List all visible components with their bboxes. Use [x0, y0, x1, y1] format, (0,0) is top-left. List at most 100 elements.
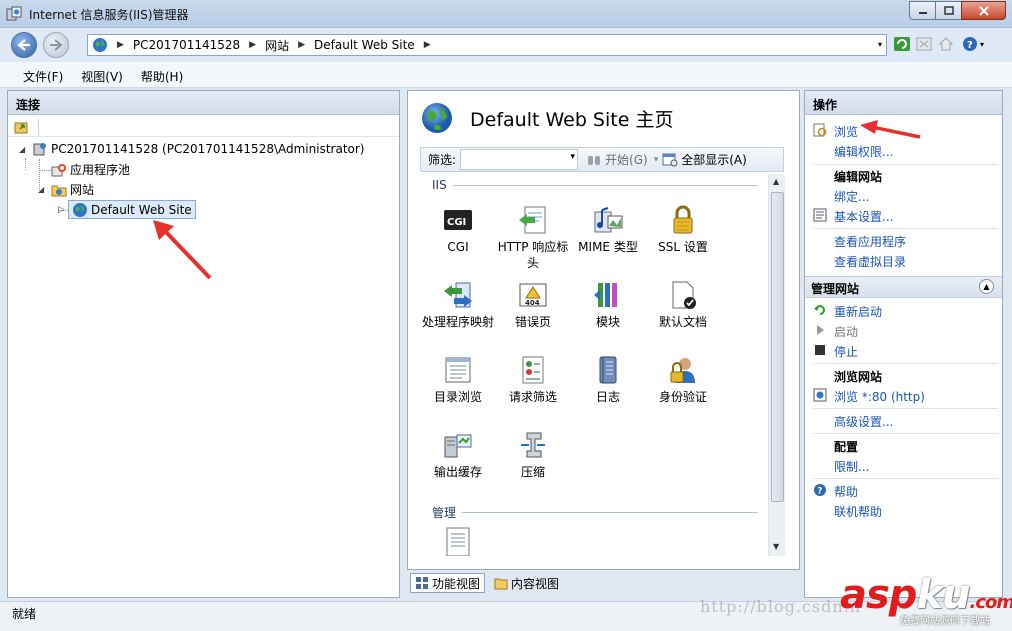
action-view-virtual-dirs[interactable]: 查看虚拟目录	[834, 253, 906, 270]
forward-button[interactable]	[43, 32, 69, 58]
maximize-button[interactable]	[935, 1, 962, 20]
feature-handler-mappings[interactable]: 处理程序映射	[420, 279, 496, 330]
scrollbar-thumb[interactable]	[771, 192, 784, 502]
feature-label: CGI	[447, 240, 469, 254]
feature-label: 处理程序映射	[421, 315, 494, 329]
feature-label: 默认文档	[658, 315, 707, 329]
chevron-down-icon[interactable]: ▾	[654, 155, 659, 165]
group-label-manage: 管理	[432, 506, 457, 520]
http-response-headers-icon	[519, 206, 546, 234]
start-filter-button[interactable]: 开始(G)	[586, 151, 648, 168]
connections-panel: 连接 ◢ PC201701141528 (PC201701141528\Admi…	[7, 90, 400, 598]
window-title: Internet 信息服务(IIS)管理器	[29, 8, 189, 22]
home-button[interactable]	[937, 35, 955, 53]
menu-help[interactable]: 帮助(H)	[132, 62, 192, 87]
annotation-arrow-tree	[153, 220, 212, 280]
server-icon	[33, 143, 46, 156]
action-start[interactable]: 启动	[834, 323, 858, 340]
feature-cgi[interactable]: CGI CGI	[420, 204, 496, 255]
tree-collapse-server-icon[interactable]: ◢	[19, 145, 25, 154]
breadcrumb-sites[interactable]: 网站	[265, 37, 289, 54]
tree-selection[interactable]: Default Web Site	[68, 200, 196, 219]
back-button[interactable]	[11, 32, 37, 58]
address-bar[interactable]: ▶ PC201701141528 ▶ 网站 ▶ Default Web Site…	[87, 34, 887, 56]
feature-mime-types[interactable]: MIME 类型	[570, 204, 646, 255]
action-basic-settings[interactable]: 基本设置...	[834, 208, 893, 225]
tab-label: 内容视图	[511, 576, 560, 591]
feature-directory-browsing[interactable]: 目录浏览	[420, 354, 496, 405]
tree-expand-default-site-icon[interactable]: ▷	[58, 205, 65, 215]
feature-list-scrollbar[interactable]: ▲ ▼	[768, 174, 785, 556]
group-header-manage: 管理	[432, 504, 758, 521]
section-divider	[813, 363, 998, 364]
action-browse[interactable]: 浏览	[834, 123, 858, 140]
directory-browsing-icon	[445, 357, 471, 383]
feature-ssl-settings[interactable]: SSL 设置	[645, 204, 721, 255]
action-browse-port[interactable]: 浏览 *:80 (http)	[834, 388, 925, 405]
action-view-applications[interactable]: 查看应用程序	[834, 233, 906, 250]
crumb-separator: ▶	[249, 40, 257, 50]
home-icon	[938, 37, 954, 51]
tree-node-app-pools[interactable]: 应用程序池	[51, 161, 130, 178]
stop-loading-button[interactable]	[915, 35, 933, 53]
request-filtering-icon	[522, 356, 544, 384]
feature-compression[interactable]: 压缩	[495, 429, 571, 480]
feature-request-filtering[interactable]: 请求筛选	[495, 354, 571, 405]
breadcrumb-server[interactable]: PC201701141528	[133, 38, 240, 52]
menu-view[interactable]: 视图(V)	[72, 62, 132, 87]
stop-square-icon	[815, 345, 825, 355]
breadcrumb-default-site[interactable]: Default Web Site	[314, 38, 415, 52]
show-all-button[interactable]: 全部显示(A)	[662, 151, 747, 168]
help-icon: ?	[814, 484, 826, 497]
action-online-help[interactable]: 联机帮助	[834, 503, 882, 520]
browse-icon	[813, 123, 827, 137]
tree-collapse-sites-icon[interactable]: ◢	[38, 185, 44, 194]
help-menu-button[interactable]: ? ▾	[959, 35, 987, 53]
feature-authentication[interactable]: 身份验证	[645, 354, 721, 405]
tab-content-view[interactable]: 内容视图	[489, 573, 564, 593]
feature-label: 压缩	[520, 465, 545, 479]
feature-default-document[interactable]: 默认文档	[645, 279, 721, 330]
menu-file[interactable]: 文件(F)	[14, 62, 72, 87]
tree-node-default-web-site[interactable]: Default Web Site	[68, 200, 196, 219]
minimize-button[interactable]	[909, 1, 936, 20]
tab-features-view[interactable]: 功能视图	[410, 573, 486, 593]
feature-output-caching[interactable]: 输出缓存	[420, 429, 496, 480]
tree-node-server[interactable]: PC201701141528 (PC201701141528\Administr…	[32, 141, 365, 157]
feature-http-response-headers[interactable]: HTTP 响应标头	[495, 204, 571, 271]
action-restart[interactable]: 重新启动	[834, 303, 882, 320]
action-bindings[interactable]: 绑定...	[834, 188, 869, 205]
action-edit-permissions[interactable]: 编辑权限...	[834, 143, 893, 160]
ssl-lock-icon	[673, 205, 693, 234]
mime-types-icon	[594, 207, 623, 233]
manage-site-header[interactable]: 管理网站 ▲	[805, 276, 1002, 298]
feature-error-pages[interactable]: 404 错误页	[495, 279, 571, 330]
close-button[interactable]	[961, 1, 1006, 20]
filter-input[interactable]	[460, 149, 579, 170]
address-dropdown-icon[interactable]: ▾	[878, 40, 882, 49]
crumb-separator: ▶	[298, 40, 306, 50]
connect-icon[interactable]	[14, 119, 30, 135]
authentication-icon	[670, 358, 695, 383]
tree-node-sites[interactable]: 网站	[51, 181, 94, 198]
scroll-down-icon[interactable]: ▼	[773, 542, 779, 551]
feature-logging[interactable]: 日志	[570, 354, 646, 405]
action-limits[interactable]: 限制...	[834, 458, 869, 475]
feature-modules[interactable]: 模块	[570, 279, 646, 330]
action-advanced-settings[interactable]: 高级设置...	[834, 413, 893, 430]
features-view-icon	[416, 577, 428, 589]
toolbar-divider	[38, 119, 39, 135]
action-stop[interactable]: 停止	[834, 343, 858, 360]
refresh-button[interactable]	[893, 35, 911, 53]
globe-icon	[93, 38, 107, 52]
collapse-up-icon[interactable]: ▲	[979, 279, 994, 294]
refresh-icon	[894, 37, 910, 51]
default-document-icon	[672, 281, 696, 309]
tree-connector	[25, 158, 26, 170]
feature-label: 日志	[595, 390, 620, 404]
action-help[interactable]: 帮助	[834, 483, 858, 500]
browse-port-icon	[813, 388, 827, 402]
feature-label: 模块	[595, 315, 620, 329]
scroll-up-icon[interactable]: ▲	[773, 177, 779, 186]
configuration-editor-icon[interactable]	[442, 526, 474, 556]
